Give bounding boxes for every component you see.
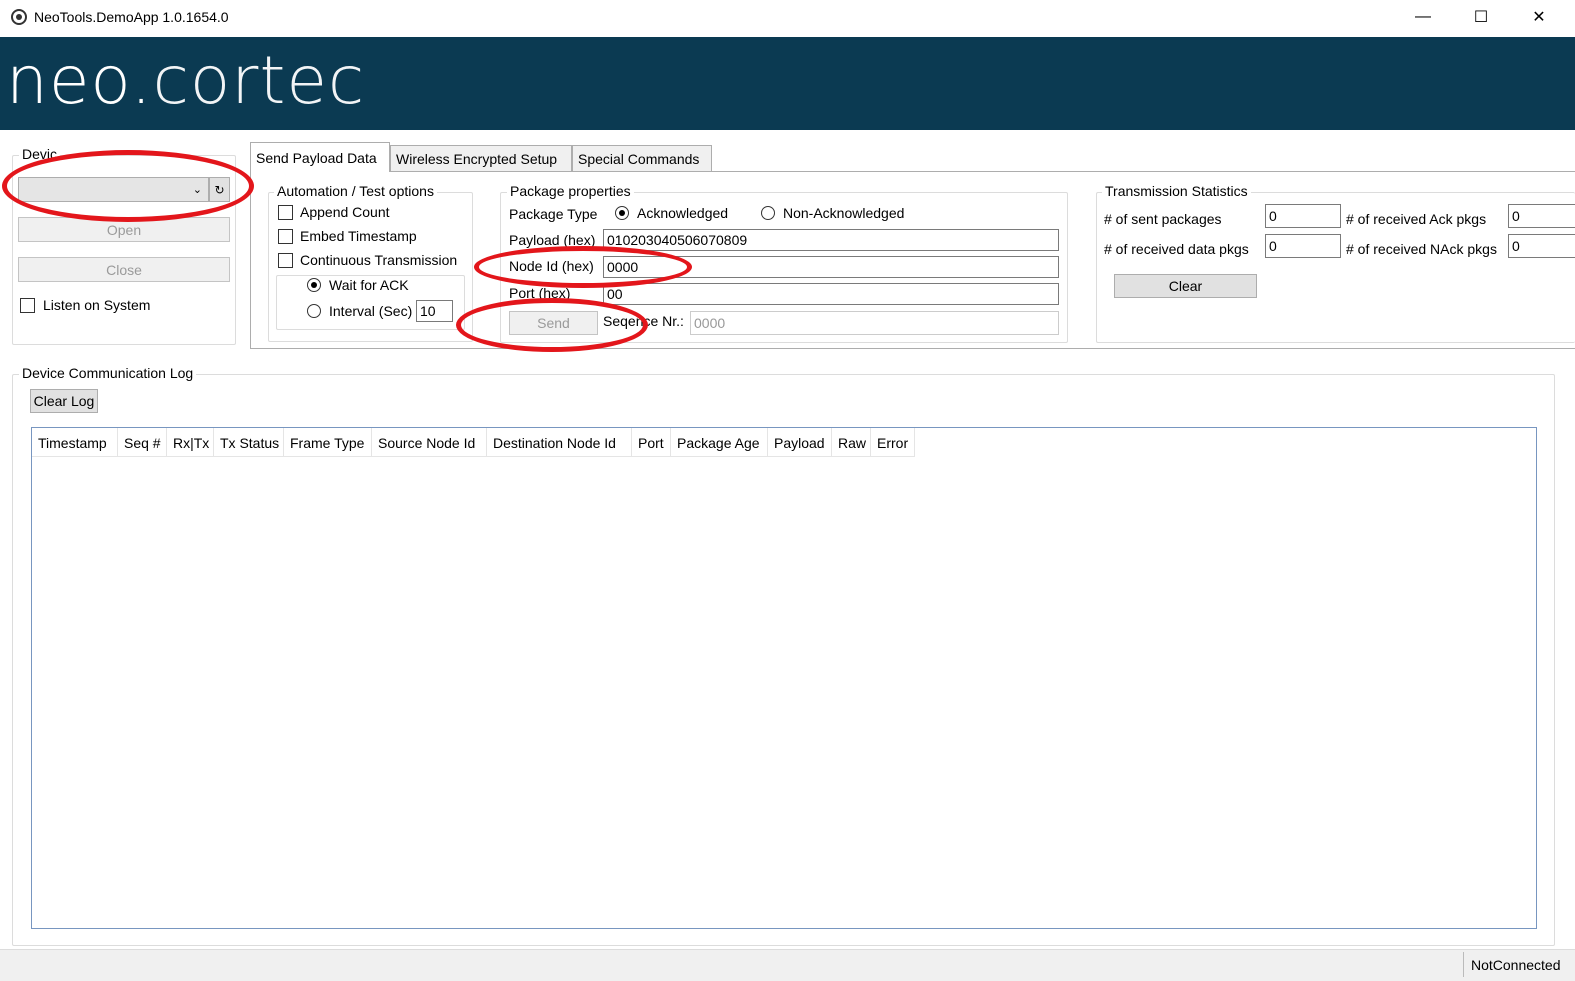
- received-ack-value: 0: [1508, 204, 1575, 228]
- log-table-header: Timestamp Seq # Rx|Tx Tx Status Frame Ty…: [32, 428, 915, 457]
- window-title: NeoTools.DemoApp 1.0.1654.0: [34, 9, 229, 25]
- embed-timestamp-checkbox[interactable]: [278, 229, 293, 244]
- column-header-raw[interactable]: Raw: [832, 428, 871, 457]
- continuous-transmission-checkbox[interactable]: [278, 253, 293, 268]
- package-type-label: Package Type: [509, 206, 598, 222]
- node-id-label: Node Id (hex): [509, 258, 594, 274]
- clear-log-button[interactable]: Clear Log: [30, 389, 98, 413]
- status-bar: [0, 949, 1575, 981]
- continuous-transmission-label: Continuous Transmission: [300, 252, 458, 268]
- column-header-payload[interactable]: Payload: [768, 428, 832, 457]
- column-header-frame-type[interactable]: Frame Type: [284, 428, 372, 457]
- logo-text-cortec: cortec: [152, 42, 366, 119]
- acknowledged-label: Acknowledged: [637, 205, 729, 221]
- transmission-statistics-title: Transmission Statistics: [1102, 183, 1251, 199]
- non-acknowledged-radio[interactable]: [761, 206, 775, 220]
- node-id-input[interactable]: 0000: [603, 256, 1059, 278]
- listen-on-system-label: Listen on System: [43, 297, 151, 313]
- payload-input[interactable]: 010203040506070809: [603, 229, 1059, 251]
- chevron-down-icon: ⌄: [192, 184, 202, 196]
- send-button[interactable]: Send: [509, 311, 598, 335]
- log-table[interactable]: Timestamp Seq # Rx|Tx Tx Status Frame Ty…: [31, 427, 1537, 929]
- neocortec-logo: neo.cortec: [6, 42, 365, 119]
- embed-timestamp-label: Embed Timestamp: [300, 228, 417, 244]
- column-header-destination-node-id[interactable]: Destination Node Id: [487, 428, 632, 457]
- logo-text-neo: neo.: [6, 42, 153, 119]
- received-ack-label: # of received Ack pkgs: [1346, 211, 1487, 227]
- column-header-timestamp[interactable]: Timestamp: [32, 428, 118, 457]
- tab-wireless-encrypted-setup[interactable]: Wireless Encrypted Setup: [390, 145, 572, 171]
- received-nack-value: 0: [1508, 234, 1575, 258]
- close-button[interactable]: Close: [18, 257, 230, 282]
- payload-label: Payload (hex): [509, 232, 596, 248]
- interval-label: Interval (Sec): [329, 303, 413, 319]
- interval-input[interactable]: 10: [416, 300, 453, 322]
- non-acknowledged-label: Non-Acknowledged: [783, 205, 905, 221]
- automation-group-title: Automation / Test options: [274, 183, 437, 199]
- column-header-error[interactable]: Error: [871, 428, 915, 457]
- received-nack-label: # of received NAck pkgs: [1346, 241, 1497, 257]
- sequence-label: Seqence Nr.:: [603, 313, 684, 329]
- wait-for-ack-label: Wait for ACK: [329, 277, 409, 293]
- device-group-title: Devic: [19, 146, 61, 162]
- tab-special-commands[interactable]: Special Commands: [572, 145, 712, 171]
- minimize-button[interactable]: —: [1394, 0, 1452, 34]
- column-header-tx-status[interactable]: Tx Status: [214, 428, 284, 457]
- connection-status: NotConnected: [1463, 952, 1561, 977]
- received-data-value: 0: [1265, 234, 1341, 258]
- tab-send-payload-data[interactable]: Send Payload Data: [250, 142, 390, 172]
- open-button[interactable]: Open: [18, 217, 230, 242]
- append-count-label: Append Count: [300, 204, 390, 220]
- clear-statistics-button[interactable]: Clear: [1114, 274, 1257, 298]
- acknowledged-radio[interactable]: [615, 206, 629, 220]
- column-header-rxtx[interactable]: Rx|Tx: [167, 428, 214, 457]
- column-header-seq[interactable]: Seq #: [118, 428, 167, 457]
- column-header-source-node-id[interactable]: Source Node Id: [372, 428, 487, 457]
- device-select[interactable]: ⌄: [18, 177, 209, 202]
- column-header-package-age[interactable]: Package Age: [671, 428, 768, 457]
- close-window-button[interactable]: ✕: [1510, 0, 1568, 34]
- interval-radio[interactable]: [307, 304, 321, 318]
- communication-log-title: Device Communication Log: [19, 365, 197, 381]
- sequence-input[interactable]: 0000: [690, 311, 1059, 335]
- sent-packages-label: # of sent packages: [1104, 211, 1222, 227]
- listen-on-system-checkbox[interactable]: [20, 298, 35, 313]
- sent-packages-value: 0: [1265, 204, 1341, 228]
- port-label: Port (hex): [509, 285, 571, 301]
- port-input[interactable]: 00: [603, 283, 1059, 305]
- append-count-checkbox[interactable]: [278, 205, 293, 220]
- received-data-label: # of received data pkgs: [1104, 241, 1249, 257]
- refresh-icon: ↻: [214, 182, 225, 197]
- title-bar: [0, 0, 1575, 37]
- app-icon: [11, 9, 27, 25]
- column-header-port[interactable]: Port: [632, 428, 671, 457]
- package-properties-title: Package properties: [507, 183, 634, 199]
- refresh-devices-button[interactable]: ↻: [209, 177, 230, 202]
- maximize-button[interactable]: ☐: [1452, 0, 1510, 34]
- wait-for-ack-radio[interactable]: [307, 278, 321, 292]
